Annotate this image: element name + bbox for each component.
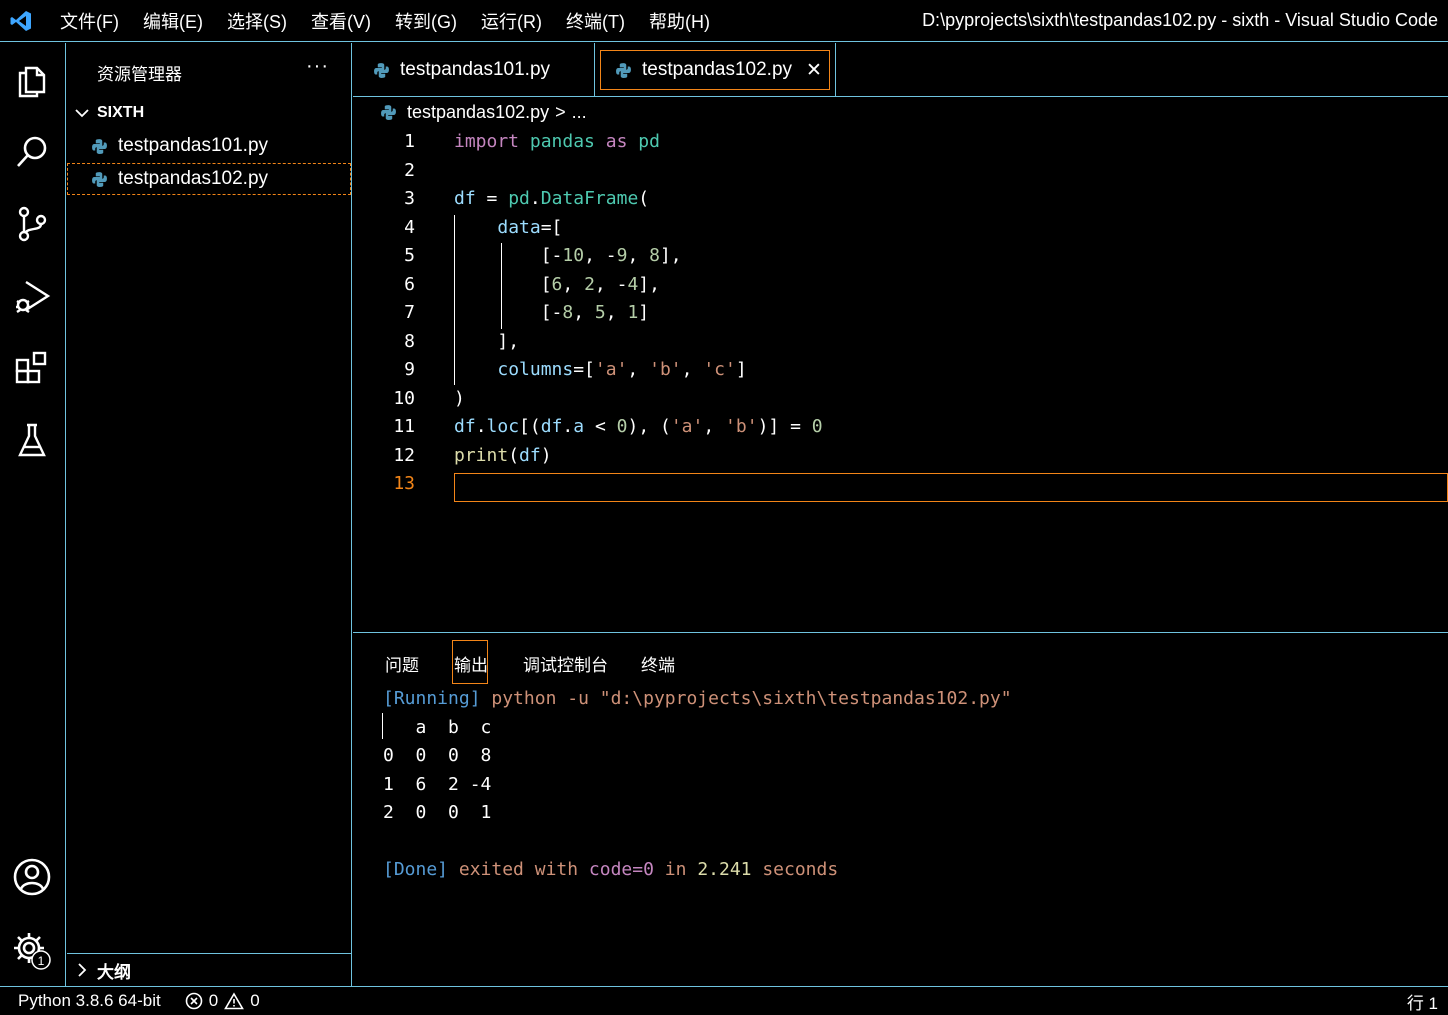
editor-tabs: testpandas101.py testpandas102.py ✕ <box>353 43 1448 97</box>
code-line: 1 import pandas as pd <box>353 131 1448 159</box>
python-file-icon <box>374 62 389 78</box>
active-tab-focus-border <box>600 50 830 90</box>
tab-testpandas101[interactable]: testpandas101.py <box>353 43 595 97</box>
code-line: 12 print(df) <box>353 445 1448 473</box>
explorer-sidebar: 资源管理器 ··· SIXTH testpandas101.py testpan… <box>67 43 352 986</box>
menu-selection[interactable]: 选择(S) <box>227 8 287 34</box>
menu-help[interactable]: 帮助(H) <box>649 8 710 34</box>
text-cursor <box>382 713 383 739</box>
settings-badge: 1 <box>38 954 45 968</box>
output-line: 2 0 0 1 <box>383 802 492 823</box>
python-file-icon <box>92 171 107 187</box>
output-line-running: [Running] python -u "d:\pyprojects\sixth… <box>383 688 1012 709</box>
line-number: 7 <box>404 302 415 323</box>
account-icon[interactable] <box>11 856 53 898</box>
line-number: 8 <box>404 331 415 352</box>
breadcrumb-symbols[interactable]: ... <box>572 102 587 123</box>
activity-bar: 1 <box>0 43 66 986</box>
python-file-icon <box>381 105 396 120</box>
error-count: 0 <box>208 991 219 1010</box>
breadcrumb-file[interactable]: testpandas102.py <box>407 102 549 123</box>
code-line: 3 df = pd.DataFrame( <box>353 188 1448 216</box>
line-number: 10 <box>393 388 415 409</box>
code-editor[interactable]: 1 import pandas as pd 2 3 df = pd.DataFram… <box>353 130 1448 630</box>
file-item-testpandas101[interactable]: testpandas101.py <box>67 130 351 162</box>
file-name: testpandas102.py <box>118 168 269 189</box>
menu-run[interactable]: 运行(R) <box>481 8 542 34</box>
output-line: 0 0 0 8 <box>383 745 492 766</box>
folder-name: SIXTH <box>97 104 145 121</box>
warning-count: 0 <box>250 991 260 1010</box>
vscode-logo-icon <box>0 0 42 42</box>
breadcrumb-separator: > <box>555 102 566 122</box>
python-file-icon <box>92 138 107 154</box>
code-line: 8 ], <box>353 331 1448 359</box>
menu-edit[interactable]: 编辑(E) <box>143 8 203 34</box>
sidebar-title: 资源管理器 <box>97 65 182 84</box>
folder-header-sixth[interactable]: SIXTH <box>67 99 351 127</box>
python-interpreter[interactable]: Python 3.8.6 64-bit <box>18 991 161 1011</box>
active-panel-tab-border <box>452 640 488 684</box>
extensions-icon[interactable] <box>11 347 53 389</box>
output-line-done: [Done] exited with code=0 in 2.241 secon… <box>383 859 839 880</box>
code-line: 9 columns=['a', 'b', 'c'] <box>353 359 1448 387</box>
problems-indicator[interactable]: 0 0 <box>185 991 260 1011</box>
menu-terminal[interactable]: 终端(T) <box>566 8 625 34</box>
status-bar: Python 3.8.6 64-bit 0 0 行 1 <box>0 986 1448 1015</box>
bottom-panel: 问题 输出 调试控制台 终端 [Running] python -u "d:\p… <box>353 632 1448 986</box>
tab-debug-console[interactable]: 调试控制台 <box>523 651 608 676</box>
chevron-down-icon <box>75 109 89 118</box>
search-icon[interactable] <box>11 131 53 173</box>
line-number: 12 <box>393 445 415 466</box>
code-line: 6 [6, 2, -4], <box>353 274 1448 302</box>
more-actions-button[interactable]: ··· <box>306 55 329 78</box>
code-line: 10) <box>353 388 1448 416</box>
chevron-right-icon <box>78 963 87 977</box>
code-line: 7 [-8, 5, 1] <box>353 302 1448 330</box>
menu-bar: 文件(F) 编辑(E) 选择(S) 查看(V) 转到(G) 运行(R) 终端(T… <box>60 8 734 34</box>
tab-terminal[interactable]: 终端 <box>641 651 675 676</box>
testing-icon[interactable] <box>11 419 53 461</box>
line-number: 11 <box>393 416 415 437</box>
output-line: 1 6 2 -4 <box>383 774 492 795</box>
file-name: testpandas101.py <box>118 135 269 156</box>
breadcrumb: testpandas102.py > ... <box>380 102 587 123</box>
error-icon <box>185 992 203 1010</box>
tab-problems[interactable]: 问题 <box>385 651 419 676</box>
line-number: 13 <box>393 473 415 494</box>
settings-gear-icon[interactable]: 1 <box>11 929 53 971</box>
menu-file[interactable]: 文件(F) <box>60 8 119 34</box>
source-control-icon[interactable] <box>11 203 53 245</box>
explorer-icon[interactable] <box>11 59 53 101</box>
code-line: 5 [-10, -9, 8], <box>353 245 1448 273</box>
code-line: 2 <box>353 160 1448 188</box>
window-title: D:\pyprojects\sixth\testpandas102.py - s… <box>922 10 1438 30</box>
line-number: 5 <box>404 245 415 266</box>
tab-label: testpandas101.py <box>400 59 551 80</box>
cursor-position[interactable]: 行 1 <box>1407 989 1438 1014</box>
line-number: 1 <box>404 131 415 152</box>
line-number: 9 <box>404 359 415 380</box>
output-line: a b c <box>383 717 492 738</box>
file-item-testpandas102[interactable]: testpandas102.py <box>67 163 351 195</box>
line-number: 2 <box>404 160 415 181</box>
outline-section-header[interactable]: 大纲 <box>67 953 351 986</box>
run-debug-icon[interactable] <box>11 275 53 317</box>
code-line: 13 <box>353 473 1448 501</box>
line-number: 6 <box>404 274 415 295</box>
code-line: 4 data=[ <box>353 217 1448 245</box>
menu-go[interactable]: 转到(G) <box>395 8 457 34</box>
code-line: 11 df.loc[(df.a < 0), ('a', 'b')] = 0 <box>353 416 1448 444</box>
outline-label: 大纲 <box>97 962 131 982</box>
title-bar: 文件(F) 编辑(E) 选择(S) 查看(V) 转到(G) 运行(R) 终端(T… <box>0 0 1448 42</box>
line-number: 3 <box>404 188 415 209</box>
warning-icon <box>224 992 245 1010</box>
line-number: 4 <box>404 217 415 238</box>
menu-view[interactable]: 查看(V) <box>311 8 371 34</box>
